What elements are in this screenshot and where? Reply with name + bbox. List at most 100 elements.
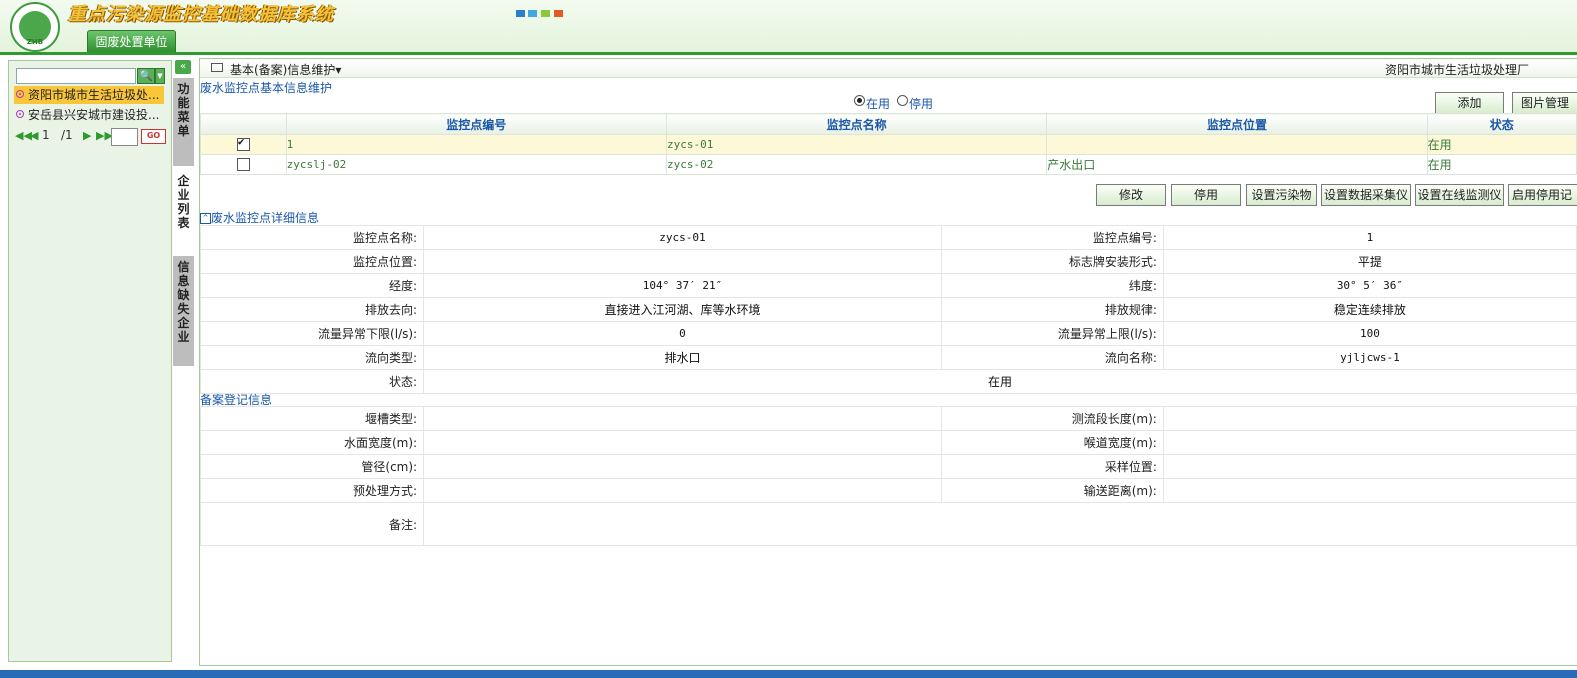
value-flow-upper: 100 (1162, 321, 1577, 346)
label-pipe-diameter: 管径(cm): (199, 454, 425, 479)
set-pollutant-button[interactable]: 设置污染物 (1246, 184, 1317, 206)
value-flow-type: 排水口 (423, 345, 942, 370)
set-monitor-button[interactable]: 设置在线监测仪 (1415, 184, 1504, 206)
logo: ZHB (10, 2, 60, 52)
record-table: 堰槽类型: 测流段长度(m): 水面宽度(m): 喉道宽度(m): 管径(cm)… (199, 406, 1577, 546)
table-row[interactable]: 1 zycs-01 在用 (200, 134, 1577, 155)
value-pipe-diameter (423, 454, 942, 479)
app-header: ZHB 重点污染源监控基础数据库系统 固废处置单位 (0, 0, 1577, 52)
next-page-icon[interactable]: ▶ (83, 129, 91, 142)
radio-active[interactable] (854, 95, 865, 106)
cell-code: 1 (285, 134, 667, 155)
edit-button[interactable]: 修改 (1096, 184, 1166, 206)
value-pretreatment (423, 478, 942, 503)
detail-table: 监控点名称: zycs-01 监控点编号: 1 监控点位置: 标志牌安装形式: … (199, 225, 1577, 394)
col-status[interactable]: 状态 (1426, 113, 1577, 135)
page-number-input[interactable] (111, 128, 138, 146)
label-latitude: 纬度: (940, 273, 1164, 298)
disable-button[interactable]: 停用 (1171, 184, 1241, 206)
main-header: 基本(备案)信息维护▾ 资阳市城市生活垃圾处理厂 (200, 59, 1577, 78)
cell-status: 在用 (1426, 154, 1577, 175)
col-name[interactable]: 监控点名称 (665, 113, 1048, 135)
collapse-icon[interactable]: « (175, 60, 191, 74)
col-location[interactable]: 监控点位置 (1046, 113, 1428, 135)
label-status: 状态: (199, 369, 425, 394)
form-icon (211, 63, 223, 72)
table-header: 监控点编号 监控点名称 监控点位置 状态 (200, 113, 1577, 135)
value-discharge-pattern: 稳定连续排放 (1162, 297, 1577, 322)
value-point-location (423, 249, 942, 274)
system-title: 重点污染源监控基础数据库系统 (68, 4, 334, 25)
cell-code: zycslj-02 (285, 154, 667, 175)
radio-inactive-label: 停用 (909, 97, 934, 111)
value-weir-type (423, 406, 942, 431)
section-detail-title[interactable]: ^ 废水监控点详细信息 (200, 209, 319, 226)
window-square-icon[interactable] (516, 10, 525, 17)
window-square-icon[interactable] (528, 10, 537, 17)
enable-disable-record-button[interactable]: 启用停用记 (1508, 184, 1577, 206)
value-status: 在用 (423, 369, 1577, 394)
search-input[interactable] (16, 68, 136, 84)
add-button[interactable]: 添加 (1435, 92, 1504, 114)
window-square-icon[interactable] (541, 10, 550, 17)
label-sampling-location: 采样位置: (940, 454, 1164, 479)
value-sampling-location (1162, 454, 1577, 479)
value-flow-lower: 0 (423, 321, 942, 346)
cell-status: 在用 (1426, 134, 1577, 155)
header-divider (0, 52, 1577, 55)
enterprise-panel (8, 60, 172, 662)
row-checkbox[interactable] (236, 136, 250, 152)
radio-inactive[interactable] (897, 95, 908, 106)
value-throat-width (1162, 430, 1577, 455)
set-collector-button[interactable]: 设置数据采集仪 (1321, 184, 1411, 206)
enterprise-item[interactable]: 资阳市城市生活垃圾处... (14, 86, 164, 104)
table-row[interactable]: zycslj-02 zycs-02 产水出口 在用 (200, 154, 1577, 175)
cell-location (1046, 134, 1428, 155)
label-flow-upper: 流量异常上限(l/s): (940, 321, 1164, 346)
label-longitude: 经度: (199, 273, 425, 298)
value-point-code: 1 (1162, 225, 1577, 250)
col-code[interactable]: 监控点编号 (285, 113, 667, 135)
label-point-name: 监控点名称: (199, 225, 425, 250)
cell-name: zycs-01 (665, 134, 1048, 155)
monitor-point-table: 监控点编号 监控点名称 监控点位置 状态 1 zycs-01 在用 zycslj… (200, 113, 1577, 175)
prev-page-icon[interactable]: ◀ (30, 129, 38, 142)
label-throat-width: 喉道宽度(m): (940, 430, 1164, 455)
breadcrumb[interactable]: 基本(备案)信息维护▾ (230, 61, 341, 78)
label-flow-type: 流向类型: (199, 345, 425, 370)
cell-location: 产水出口 (1046, 154, 1428, 175)
logo-text: ZHB (26, 38, 44, 46)
nav-tab-solid-waste[interactable]: 固废处置单位 (87, 30, 176, 52)
tab-function-menu[interactable]: 功能菜单 (173, 78, 194, 166)
cell-name: zycs-02 (665, 154, 1048, 175)
go-button[interactable]: GO (141, 129, 166, 144)
label-discharge-pattern: 排放规律: (940, 297, 1164, 322)
taskbar-strip (0, 670, 1577, 678)
enterprise-item[interactable]: 安岳县兴安城市建设投... (14, 106, 164, 124)
radio-active-label: 在用 (866, 97, 891, 111)
value-flow-name: yjljcws-1 (1162, 345, 1577, 370)
search-dropdown-icon[interactable]: ▼ (155, 68, 165, 84)
value-transport-distance (1162, 478, 1577, 503)
label-point-location: 监控点位置: (199, 249, 425, 274)
tab-enterprise-list[interactable]: 企业列表 (173, 170, 194, 248)
value-longitude: 104° 37′ 21″ (423, 273, 942, 298)
tab-missing-info[interactable]: 信息缺失企业 (173, 256, 194, 366)
window-square-icon[interactable] (554, 10, 563, 17)
value-latitude: 30° 5′ 36″ (1162, 273, 1577, 298)
value-sign-type: 平提 (1162, 249, 1577, 274)
picture-manage-button[interactable]: 图片管理 (1512, 92, 1577, 114)
value-point-name: zycs-01 (423, 225, 942, 250)
bullet-icon (16, 110, 24, 118)
value-flow-section-length (1162, 406, 1577, 431)
label-pretreatment: 预处理方式: (199, 478, 425, 503)
collapse-section-icon[interactable]: ^ (200, 213, 211, 224)
value-discharge-to: 直接进入江河湖、库等水环境 (423, 297, 942, 322)
label-flow-section-length: 测流段长度(m): (940, 406, 1164, 431)
section-basic-title: 废水监控点基本信息维护 (200, 81, 333, 95)
search-icon[interactable]: 🔍 (137, 68, 155, 84)
value-remarks (423, 502, 1577, 546)
value-water-width (423, 430, 942, 455)
row-checkbox[interactable] (236, 158, 250, 172)
label-weir-type: 堰槽类型: (199, 406, 425, 431)
